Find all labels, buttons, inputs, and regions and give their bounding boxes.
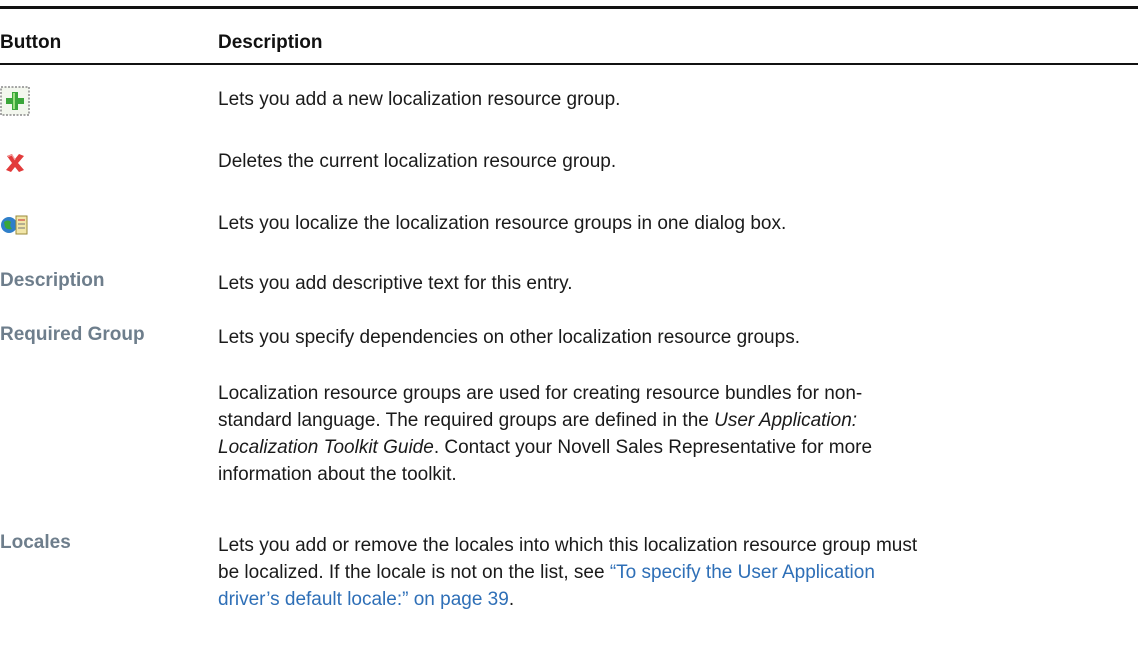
row-description: Lets you add descriptive text for this e… xyxy=(218,273,573,294)
locales-line: be localized. If the locale is not on th… xyxy=(218,559,1123,586)
locales-line: Lets you add or remove the locales into … xyxy=(218,535,918,556)
row-label-description: Description xyxy=(0,270,105,291)
delete-icon xyxy=(0,148,30,178)
row-label-required-group: Required Group xyxy=(0,324,145,345)
note-line: information about the toolkit. xyxy=(218,464,457,485)
row-label-locales: Locales xyxy=(0,532,71,553)
header-rule xyxy=(0,63,1138,65)
note-text: . Contact your Novell Sales Representati… xyxy=(433,437,873,458)
guide-title: User Application: xyxy=(714,410,858,431)
row-description: Lets you specify dependencies on other l… xyxy=(218,327,800,348)
guide-title: Localization Toolkit Guide xyxy=(218,437,434,458)
add-icon xyxy=(0,86,30,116)
row-description: Lets you add a new localization resource… xyxy=(218,89,621,110)
header-description: Description xyxy=(218,32,323,53)
table-top-rule xyxy=(0,6,1138,9)
locales-text: be localized. If the locale is not on th… xyxy=(218,562,610,583)
note-line: Localization Toolkit Guide. Contact your… xyxy=(218,434,1123,461)
note-line: standard language. The required groups a… xyxy=(218,407,1123,434)
cross-reference-link[interactable]: “To specify the User Application xyxy=(610,562,875,583)
locales-line: driver’s default locale:” on page 39. xyxy=(218,586,1123,613)
note-paragraph: Localization resource groups are used fo… xyxy=(218,380,1123,488)
document-table: Button Description Lets you add a new lo… xyxy=(0,0,1138,655)
row-description: Deletes the current localization resourc… xyxy=(218,151,617,172)
note-text: standard language. The required groups a… xyxy=(218,410,715,431)
header-button: Button xyxy=(0,32,62,53)
locales-text: . xyxy=(508,589,515,610)
cross-reference-link[interactable]: driver’s default locale:” on page 39 xyxy=(218,589,509,610)
note-line: Localization resource groups are used fo… xyxy=(218,383,863,404)
row-description: Lets you localize the localization resou… xyxy=(218,213,787,234)
row-description: Lets you add or remove the locales into … xyxy=(218,532,1123,613)
localize-icon xyxy=(0,210,30,240)
